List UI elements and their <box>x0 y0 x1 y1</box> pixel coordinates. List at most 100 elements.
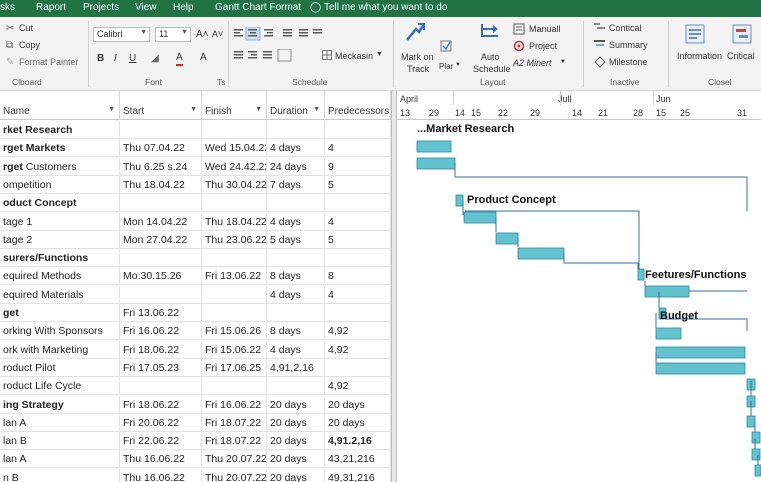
cell-start[interactable]: Fri 16.06.22 <box>120 322 202 341</box>
cell-finish[interactable]: Fri 15.06.26 <box>202 322 267 341</box>
gantt-bar[interactable] <box>751 431 761 444</box>
cell-finish[interactable]: Fri 18.07.22 <box>202 432 267 451</box>
cell-name[interactable]: rket Research <box>0 121 120 139</box>
gantt-bar[interactable] <box>416 140 452 153</box>
italic-button[interactable]: I <box>114 53 117 64</box>
cell-duration[interactable]: 8 days <box>267 322 325 341</box>
cell-predecessors[interactable]: 43,21,216 <box>325 450 391 469</box>
cell-finish[interactable]: Fri 15.06.22 <box>202 340 267 359</box>
cell-duration[interactable]: 20 days <box>267 395 325 414</box>
gantt-bar[interactable] <box>655 362 746 375</box>
cell-start[interactable]: Thu 16.06.22 <box>120 450 202 469</box>
table-row[interactable]: oduct Concept <box>0 194 391 213</box>
cell-finish[interactable]: Fri 16.06.22 <box>202 395 267 414</box>
cell-duration[interactable] <box>267 304 325 322</box>
cell-name[interactable]: n B <box>0 468 120 482</box>
cell-finish[interactable]: Thu 30.04.22 <box>202 175 267 194</box>
cell-predecessors[interactable] <box>325 304 391 322</box>
table-row[interactable]: lan B Fri 22.06.22 Fri 18.07.22 20 days 4,91… <box>0 432 391 451</box>
tab-tasks[interactable]: sks <box>0 2 15 13</box>
tab-project[interactable]: Projects <box>83 2 119 13</box>
cell-start[interactable]: Mon 14.04.22 <box>120 212 202 231</box>
cell-name[interactable]: equired Materials <box>0 285 120 304</box>
table-row[interactable]: rget Markets Thu 07.04.22 Wed 15.04.22 4 da… <box>0 139 391 158</box>
cell-duration[interactable]: 20 days <box>267 432 325 451</box>
cell-duration[interactable]: 5 days <box>267 230 325 249</box>
information-button[interactable]: Information <box>677 51 722 61</box>
cell-start[interactable]: Fri 18.06.22 <box>120 395 202 414</box>
cell-finish[interactable]: Fri 13.06.22 <box>202 267 267 286</box>
format-painter-button[interactable]: Format Painter <box>19 57 79 67</box>
cell-predecessors[interactable] <box>325 194 391 213</box>
cell-finish[interactable] <box>202 304 267 322</box>
shrink-font-button[interactable]: A˅ <box>212 29 223 39</box>
cell-duration[interactable]: 20 days <box>267 468 325 482</box>
gantt-bar[interactable] <box>655 327 682 340</box>
fill-color-icon[interactable]: ◢ <box>151 53 159 65</box>
table-row[interactable]: equired Materials 4 days 4 <box>0 285 391 304</box>
cell-start[interactable] <box>120 194 202 213</box>
cell-duration[interactable]: 4 days <box>267 139 325 158</box>
tab-report[interactable]: Raport <box>36 2 66 13</box>
cell-start[interactable]: Fri 20.06.22 <box>120 413 202 432</box>
manual-button[interactable]: Manuall <box>529 24 561 34</box>
cell-finish[interactable] <box>202 249 267 268</box>
cell-name[interactable]: tage 2 <box>0 230 120 249</box>
cell-finish[interactable]: Thu 18.04.22 <box>202 212 267 231</box>
text-style-button[interactable]: A <box>200 52 207 64</box>
cell-duration[interactable]: 4,91,2,16 <box>267 358 325 377</box>
font-color-button[interactable]: A <box>176 52 183 66</box>
cell-start[interactable]: Mo:30.15.26 <box>120 267 202 286</box>
mark-on-track-button[interactable]: Mark on <box>401 52 434 62</box>
cell-finish[interactable]: Wed 15.04.22 <box>202 139 267 158</box>
column-header-duration[interactable]: Duration ▼ <box>267 91 325 120</box>
cell-start[interactable]: Thu 07.04.22 <box>120 139 202 158</box>
grow-font-button[interactable]: A˄ <box>196 29 209 40</box>
cell-start[interactable]: Fri 13.06.22 <box>120 304 202 322</box>
cell-duration[interactable] <box>267 249 325 268</box>
gantt-bar[interactable] <box>637 268 645 281</box>
cell-finish[interactable] <box>202 194 267 213</box>
gantt-bar[interactable] <box>644 285 690 298</box>
cell-name[interactable]: orking With Sponsors <box>0 322 120 341</box>
chevron-down-icon[interactable]: ▼ <box>255 106 262 113</box>
cell-predecessors[interactable]: 4 <box>325 285 391 304</box>
cell-predecessors[interactable]: 4,92 <box>325 377 391 396</box>
cell-name[interactable]: get <box>0 304 120 322</box>
cell-predecessors[interactable] <box>325 358 391 377</box>
cell-start[interactable]: Mon 27.04.22 <box>120 230 202 249</box>
cell-predecessors[interactable]: 8 <box>325 267 391 286</box>
project-button[interactable]: Project <box>529 41 557 51</box>
table-row[interactable]: n B Thu 16.06.22 Thu 20.07.22 20 days 49,31,… <box>0 468 391 482</box>
chevron-down-icon[interactable]: ▼ <box>313 106 320 113</box>
table-row[interactable]: equired Methods Mo:30.15.26 Fri 13.06.22 8 … <box>0 267 391 286</box>
cell-predecessors[interactable]: 4 <box>325 212 391 231</box>
tab-gantt-chart-format[interactable]: Gantt Chart Format <box>215 2 301 13</box>
cell-start[interactable]: Thu 16.06.22 <box>120 468 202 482</box>
tab-help[interactable]: Help <box>173 2 194 13</box>
cell-name[interactable]: ompetition <box>0 175 120 194</box>
cell-name[interactable]: rget Markets <box>0 139 120 158</box>
cell-finish[interactable]: Thu 23.06.22 <box>202 230 267 249</box>
cell-predecessors[interactable]: 5 <box>325 230 391 249</box>
cell-start[interactable] <box>120 285 202 304</box>
gantt-bar[interactable] <box>455 194 464 207</box>
milestone-button[interactable]: Milestone <box>609 57 648 67</box>
cell-predecessors[interactable]: 4,92 <box>325 322 391 341</box>
tab-view[interactable]: View <box>135 2 157 13</box>
cell-name[interactable]: ing Strategy <box>0 395 120 414</box>
cell-start[interactable] <box>120 121 202 139</box>
summary-button[interactable]: Summary <box>609 40 648 50</box>
cell-name[interactable]: lan A <box>0 450 120 469</box>
cell-name[interactable]: roduct Pilot <box>0 358 120 377</box>
table-row[interactable]: surers/Functions <box>0 249 391 268</box>
font-family-select[interactable]: Calibri ▼ <box>93 27 150 42</box>
cell-predecessors[interactable]: 4 <box>325 139 391 158</box>
cell-predecessors[interactable]: 4,91.2,16 <box>325 432 391 451</box>
cell-finish[interactable] <box>202 377 267 396</box>
cell-name[interactable]: lan A <box>0 413 120 432</box>
meckasin-button[interactable]: Meckasin <box>335 51 373 61</box>
cell-start[interactable] <box>120 249 202 268</box>
chevron-down-icon[interactable]: ▼ <box>108 106 115 113</box>
gantt-bar[interactable] <box>463 211 497 224</box>
